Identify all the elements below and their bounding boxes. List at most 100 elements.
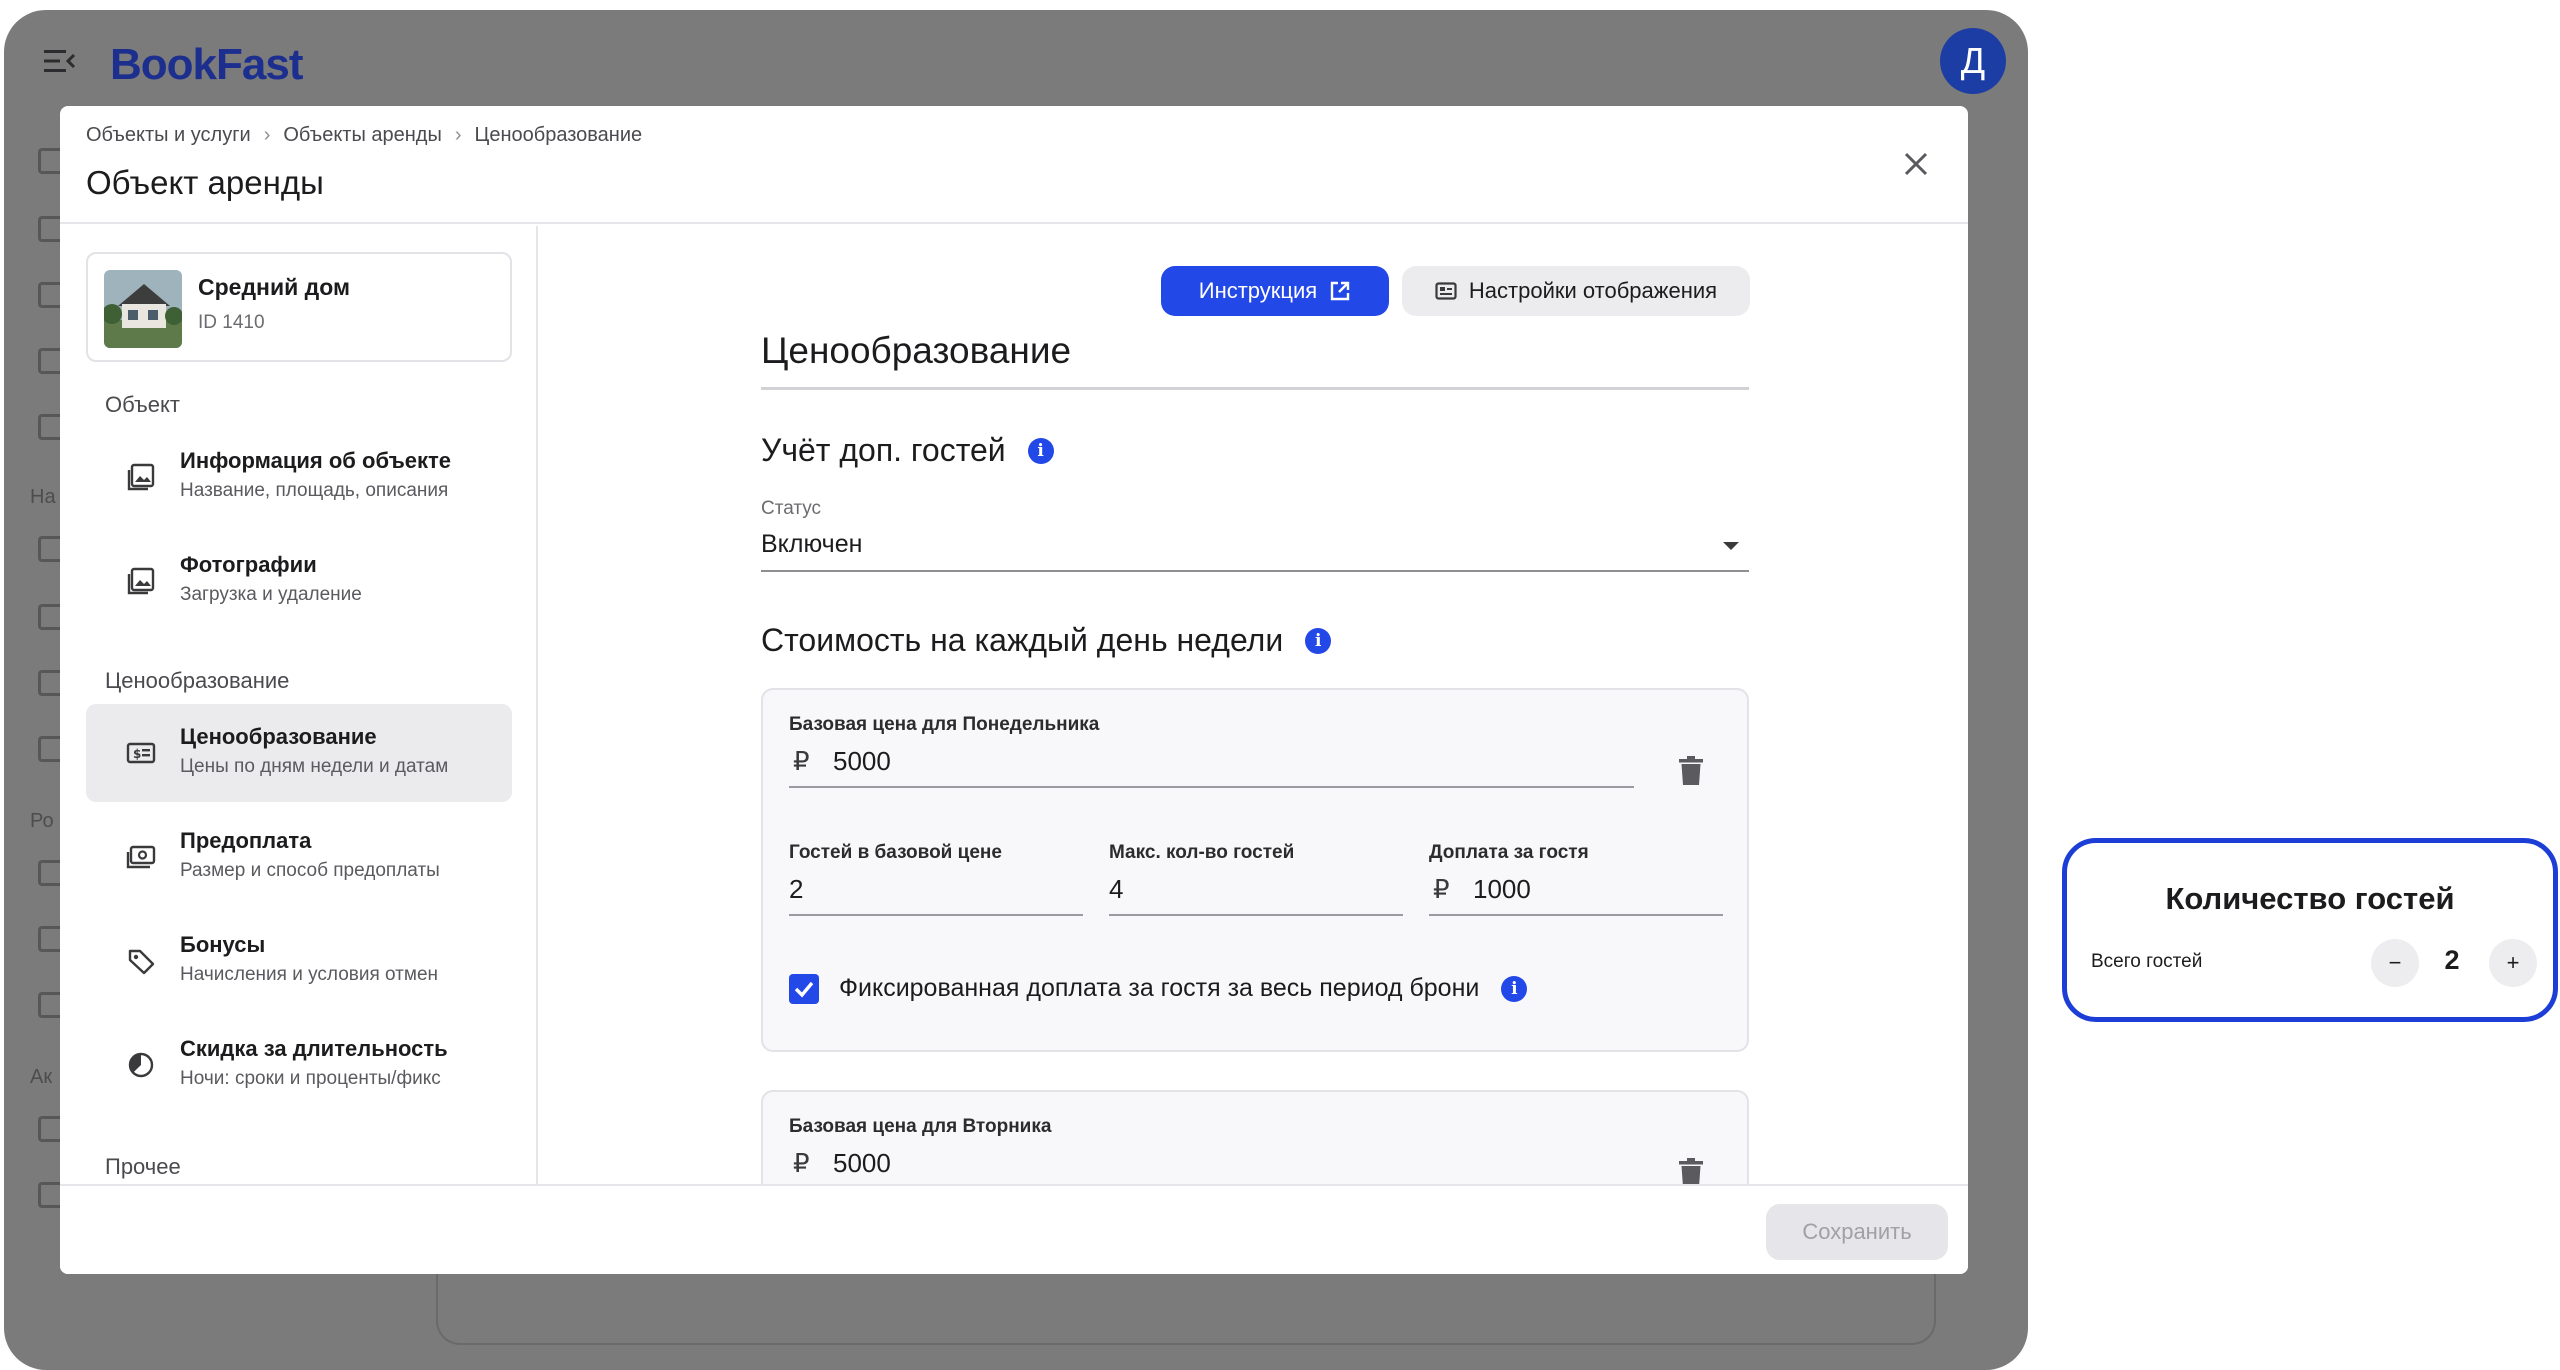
instruction-button[interactable]: Инструкция bbox=[1161, 266, 1389, 316]
menu-collapse-icon[interactable] bbox=[44, 48, 76, 74]
price-tag-card-icon: $ bbox=[126, 742, 156, 764]
nav-item-title: Предоплата bbox=[180, 828, 312, 853]
external-link-icon bbox=[1331, 281, 1350, 301]
rental-object-modal: Объекты и услуги › Объекты аренды › Цено… bbox=[60, 106, 1968, 1274]
app-logo[interactable]: BookFast bbox=[110, 40, 303, 90]
nav-item-title: Скидка за длительность bbox=[180, 1036, 448, 1061]
instruction-label: Инструкция bbox=[1198, 278, 1318, 303]
display-settings-label: Настройки отображения bbox=[1468, 278, 1718, 303]
modal-footer: Сохранить bbox=[60, 1184, 1968, 1274]
modal-title: Объект аренды bbox=[86, 164, 324, 201]
guest-count-widget: Количество гостей Всего гостей − 2 + bbox=[2062, 838, 2558, 1022]
nav-item-title: Информация об объекте bbox=[180, 448, 452, 473]
guest-count-value: 2 bbox=[2444, 945, 2460, 975]
fixed-fee-checkbox[interactable] bbox=[789, 974, 819, 1004]
object-name: Средний дом bbox=[198, 274, 350, 300]
monday-base-price-input[interactable]: ₽ 5000 bbox=[789, 740, 1634, 788]
nav-item-object-info[interactable]: Информация об объекте Название, площадь,… bbox=[86, 428, 512, 526]
chevron-right-icon: › bbox=[454, 124, 462, 146]
photos-icon bbox=[127, 567, 155, 595]
pie-chart-icon bbox=[128, 1052, 154, 1078]
monday-price-card: Базовая цена для Понедельника ₽ 5000 Гос… bbox=[761, 688, 1749, 1052]
info-icon[interactable]: i bbox=[1501, 975, 1528, 1002]
rail-section-label: Ро bbox=[30, 810, 54, 832]
info-icon[interactable]: i bbox=[1305, 627, 1332, 654]
fixed-fee-label: Фиксированная доплата за гостя за весь п… bbox=[839, 974, 1480, 1002]
display-settings-button[interactable]: Настройки отображения bbox=[1402, 266, 1750, 316]
ruble-icon: ₽ bbox=[1433, 874, 1450, 904]
object-sidebar: Средний дом ID 1410 Объект Информация об… bbox=[60, 226, 538, 1184]
weekday-section-heading: Стоимость на каждый день недели i bbox=[761, 622, 1332, 659]
max-guests-input[interactable]: 4 bbox=[1109, 868, 1403, 916]
guests-in-base-input[interactable]: 2 bbox=[789, 868, 1083, 916]
object-thumbnail bbox=[104, 270, 182, 348]
nav-item-subtitle: Размер и способ предоплаты bbox=[180, 860, 440, 881]
nav-item-title: Ценообразование bbox=[180, 724, 377, 749]
nav-section-other: Прочее bbox=[105, 1154, 181, 1179]
id-card-icon bbox=[1435, 282, 1457, 300]
nav-item-subtitle: Название, площадь, описания bbox=[180, 480, 449, 501]
monday-base-price-value: 5000 bbox=[833, 746, 891, 776]
nav-item-prepayment[interactable]: Предоплата Размер и способ предоплаты bbox=[86, 808, 512, 906]
nav-section-object: Объект bbox=[105, 392, 180, 417]
nav-item-duration-discount[interactable]: Скидка за длительность Ночи: сроки и про… bbox=[86, 1016, 512, 1114]
breadcrumb: Объекты и услуги › Объекты аренды › Цено… bbox=[86, 124, 642, 147]
rail-section-label: Ак bbox=[30, 1066, 53, 1088]
monday-base-label: Базовая цена для Понедельника bbox=[789, 714, 1100, 735]
user-avatar[interactable]: Д bbox=[1940, 28, 2006, 94]
object-card[interactable]: Средний дом ID 1410 bbox=[86, 252, 512, 362]
ruble-icon: ₽ bbox=[793, 746, 810, 776]
status-value: Включен bbox=[761, 530, 863, 558]
svg-text:$: $ bbox=[133, 747, 141, 761]
checkmark-icon bbox=[794, 981, 814, 998]
ruble-icon: ₽ bbox=[793, 1148, 810, 1178]
total-guests-label: Всего гостей bbox=[2091, 951, 2203, 972]
rail-section-label: На bbox=[30, 486, 56, 508]
nav-item-photos[interactable]: Фотографии Загрузка и удаление bbox=[86, 532, 512, 630]
decrement-guests-button[interactable]: − bbox=[2371, 939, 2419, 987]
breadcrumb-item[interactable]: Объекты и услуги bbox=[86, 124, 251, 147]
trash-icon[interactable] bbox=[1679, 756, 1703, 786]
extra-guests-section-heading: Учёт доп. гостей i bbox=[761, 432, 1054, 469]
tuesday-base-price-input[interactable]: ₽ 5000 bbox=[789, 1142, 1634, 1184]
nav-item-subtitle: Цены по дням недели и датам bbox=[180, 756, 449, 777]
tuesday-base-price-value: 5000 bbox=[833, 1148, 891, 1178]
nav-item-subtitle: Загрузка и удаление bbox=[180, 584, 362, 605]
nav-item-subtitle: Начисления и условия отмен bbox=[180, 964, 439, 985]
increment-guests-button[interactable]: + bbox=[2489, 939, 2537, 987]
status-select[interactable]: Включен bbox=[761, 522, 1749, 572]
extra-guests-heading: Учёт доп. гостей bbox=[761, 432, 1006, 468]
payment-icon bbox=[126, 845, 156, 869]
nav-item-pricing[interactable]: $ Ценообразование Цены по дням недели и … bbox=[86, 704, 512, 802]
caret-down-icon bbox=[1723, 542, 1739, 550]
save-button[interactable]: Сохранить bbox=[1766, 1204, 1948, 1260]
tuesday-price-card: Базовая цена для Вторника ₽ 5000 bbox=[761, 1090, 1749, 1184]
tuesday-base-label: Базовая цена для Вторника bbox=[789, 1116, 1052, 1137]
breadcrumb-item[interactable]: Объекты аренды bbox=[283, 124, 442, 147]
extra-fee-label: Доплата за гостя bbox=[1429, 842, 1589, 863]
side-rail: На Ро Ак bbox=[4, 120, 64, 1320]
chevron-right-icon: › bbox=[263, 124, 271, 146]
trash-icon[interactable] bbox=[1679, 1158, 1703, 1184]
close-icon[interactable] bbox=[1902, 150, 1930, 178]
breadcrumb-item: Ценообразование bbox=[474, 124, 643, 146]
object-id: ID 1410 bbox=[198, 312, 265, 333]
page-heading: Ценообразование bbox=[761, 330, 1749, 390]
app-header: BookFast Д bbox=[4, 10, 2028, 110]
extra-fee-input[interactable]: ₽ 1000 bbox=[1429, 868, 1723, 916]
extra-fee-value: 1000 bbox=[1473, 874, 1531, 904]
status-label: Статус bbox=[761, 498, 822, 519]
nav-item-bonuses[interactable]: Бонусы Начисления и условия отмен bbox=[86, 912, 512, 1010]
fixed-fee-label-row: Фиксированная доплата за гостя за весь п… bbox=[839, 974, 1528, 1003]
max-guests-label: Макс. кол-во гостей bbox=[1109, 842, 1295, 863]
image-icon bbox=[127, 463, 155, 491]
guests-in-base-value: 2 bbox=[789, 874, 804, 904]
max-guests-value: 4 bbox=[1109, 874, 1124, 904]
pricing-content: Инструкция Настройки отображения Ценообр… bbox=[540, 226, 1968, 1184]
weekday-heading: Стоимость на каждый день недели bbox=[761, 622, 1284, 658]
modal-header: Объекты и услуги › Объекты аренды › Цено… bbox=[60, 106, 1968, 224]
tag-icon bbox=[128, 949, 155, 975]
guests-in-base-label: Гостей в базовой цене bbox=[789, 842, 1002, 863]
info-icon[interactable]: i bbox=[1027, 437, 1054, 464]
nav-item-subtitle: Ночи: сроки и проценты/фикс bbox=[180, 1068, 441, 1089]
